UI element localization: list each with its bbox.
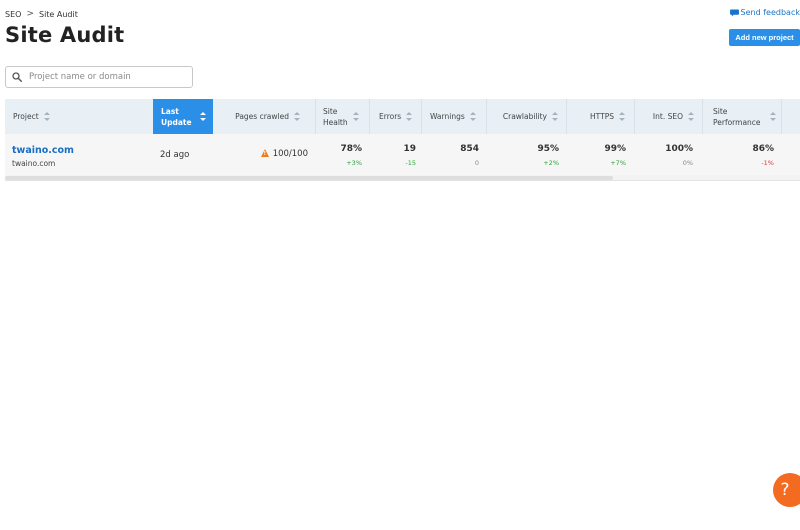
sort-icon <box>552 112 558 121</box>
page-title: Site Audit <box>5 23 125 47</box>
column-header-pages-crawled[interactable]: Pages crawled <box>213 99 308 134</box>
column-header-last-update[interactable]: Last Update <box>153 99 213 134</box>
warnings-cell[interactable]: 854 0 <box>435 144 479 167</box>
column-divider <box>781 99 782 134</box>
column-divider <box>702 99 703 134</box>
help-button[interactable]: ? <box>773 473 800 507</box>
search-field[interactable] <box>5 66 193 88</box>
column-header-crawlability[interactable]: Crawlability <box>487 99 564 134</box>
site-health-value: 78% <box>340 144 362 154</box>
sort-icon <box>294 112 300 121</box>
column-divider <box>421 99 422 134</box>
errors-delta: -15 <box>405 159 416 167</box>
add-new-project-button[interactable]: Add new project <box>729 29 800 46</box>
question-mark-icon: ? <box>780 480 790 500</box>
site-performance-cell[interactable]: 86% -1% <box>730 144 774 167</box>
int-seo-cell[interactable]: 100% 0% <box>650 144 693 167</box>
column-divider <box>369 99 370 134</box>
site-performance-value: 86% <box>752 144 774 154</box>
site-audit-page: SEO > Site Audit Site Audit Send feedbac… <box>0 0 800 530</box>
https-delta: +7% <box>610 159 626 167</box>
sort-icon <box>353 112 359 121</box>
sort-icon <box>770 112 776 121</box>
send-feedback-label: Send feedback <box>740 8 800 17</box>
int-seo-delta: 0% <box>682 159 693 167</box>
projects-table: Project Last Update Pages crawled Site H… <box>5 99 800 181</box>
sort-icon <box>619 112 625 121</box>
sort-icon <box>200 112 206 121</box>
chat-icon <box>729 8 739 17</box>
crawlability-cell[interactable]: 95% +2% <box>510 144 559 167</box>
table-header: Project Last Update Pages crawled Site H… <box>5 99 800 134</box>
send-feedback-link[interactable]: Send feedback <box>729 8 800 17</box>
https-value: 99% <box>604 144 626 154</box>
breadcrumb-site-audit: Site Audit <box>38 9 78 19</box>
sort-icon <box>688 112 694 121</box>
crawlability-value: 95% <box>537 144 559 154</box>
https-cell[interactable]: 99% +7% <box>580 144 626 167</box>
sort-icon <box>406 112 413 121</box>
column-header-site-performance[interactable]: Site Performance <box>713 99 783 134</box>
warning-icon <box>260 149 269 157</box>
site-health-cell[interactable]: 78% +3% <box>321 144 362 167</box>
breadcrumb: SEO > Site Audit <box>5 9 78 19</box>
site-performance-delta: -1% <box>761 159 774 167</box>
search-icon <box>12 72 22 82</box>
column-divider <box>315 99 316 134</box>
errors-cell[interactable]: 19 -15 <box>375 144 416 167</box>
last-update-value: 2d ago <box>160 150 190 160</box>
table-row: twaino.com twaino.com 2d ago 100/100 78%… <box>5 134 800 175</box>
pages-crawled-cell: 100/100 <box>255 149 308 159</box>
column-header-errors[interactable]: Errors <box>379 99 423 134</box>
sort-icon <box>469 112 476 121</box>
column-header-https[interactable]: HTTPS <box>567 99 631 134</box>
crawlability-delta: +2% <box>543 159 559 167</box>
sort-icon <box>43 112 50 121</box>
breadcrumb-separator: > <box>26 9 34 19</box>
breadcrumb-seo[interactable]: SEO <box>5 10 21 19</box>
errors-value: 19 <box>403 144 416 154</box>
column-header-project[interactable]: Project <box>13 99 153 134</box>
horizontal-scrollbar[interactable] <box>5 175 800 181</box>
pages-crawled-value: 100/100 <box>272 149 308 159</box>
warnings-value: 854 <box>460 144 479 154</box>
column-header-warnings[interactable]: Warnings <box>430 99 490 134</box>
column-header-int-seo[interactable]: Int. SEO <box>635 99 700 134</box>
project-name-link[interactable]: twaino.com <box>12 145 74 156</box>
warnings-delta: 0 <box>474 159 479 167</box>
site-health-delta: +3% <box>346 159 362 167</box>
project-domain: twaino.com <box>12 159 56 168</box>
search-input[interactable] <box>29 72 179 82</box>
int-seo-value: 100% <box>665 144 693 154</box>
column-header-site-health[interactable]: Site Health <box>323 99 371 134</box>
scrollbar-thumb[interactable] <box>5 176 613 180</box>
